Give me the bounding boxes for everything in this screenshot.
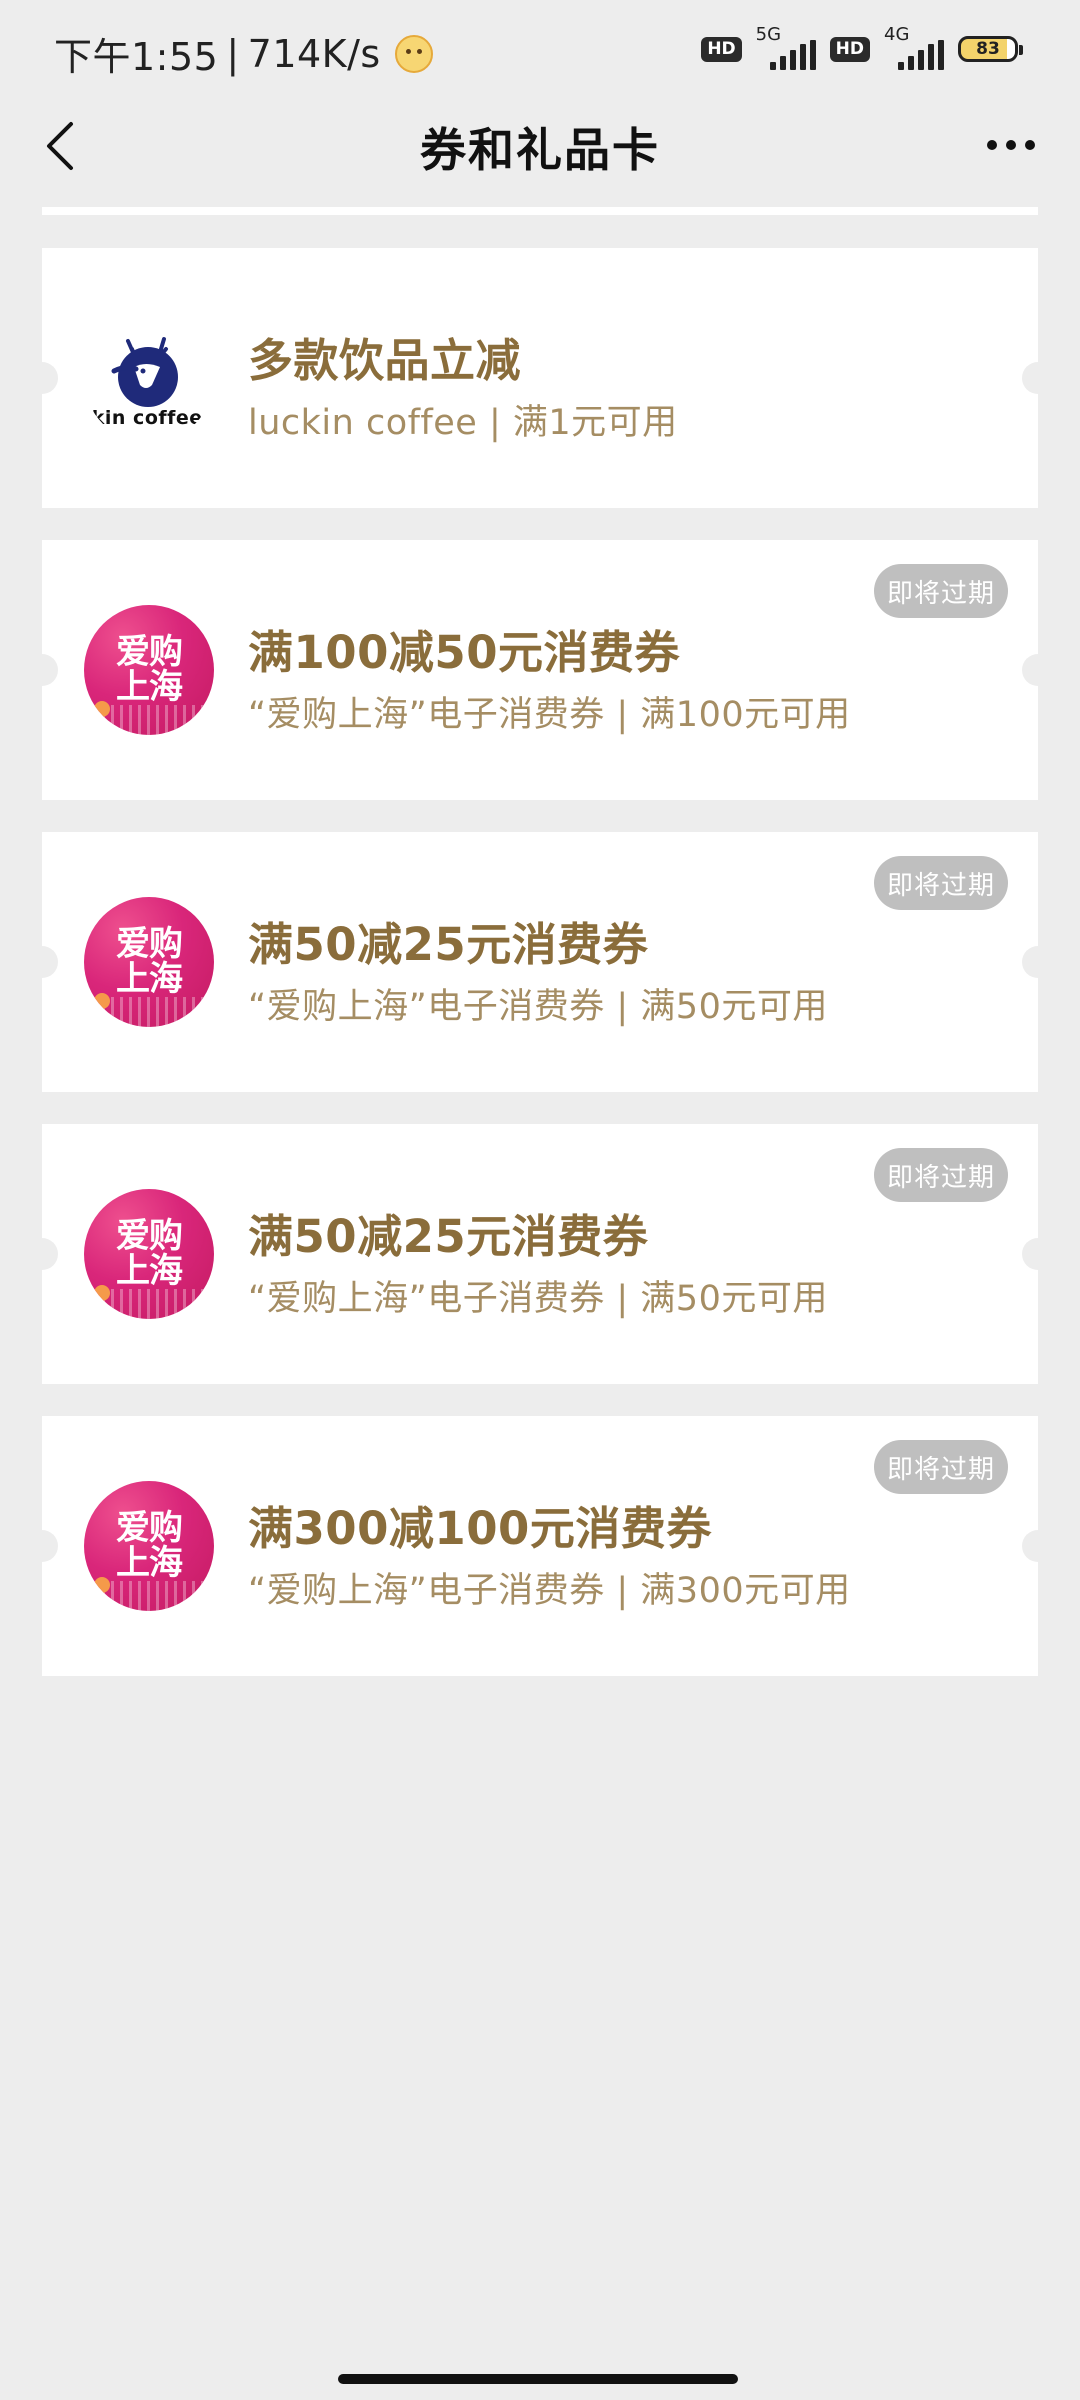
- logo-line-1: 爱购: [116, 1216, 183, 1257]
- coupon-card-shanghai-50-a[interactable]: 爱购 上海 满50减25元消费券 “爱购上海”电子消费券 | 满50元可用 即将…: [26, 832, 1054, 1092]
- status-left: 下午1:55 | 714K/s: [54, 26, 433, 81]
- hd-badge-2: HD: [829, 36, 870, 62]
- sun-decoration: [94, 701, 110, 717]
- sun-decoration: [94, 1577, 110, 1593]
- coupon-title: 满50减25元消费券: [248, 1210, 649, 1263]
- logo-line-2: 上海: [116, 1251, 183, 1291]
- expiring-badge: 即将过期: [874, 856, 1008, 910]
- coupon-card-shanghai-100[interactable]: 爱购 上海 满100减50元消费券 “爱购上海”电子消费券 | 满100元可用 …: [26, 540, 1054, 800]
- coupon-title: 满300减100元消费券: [248, 1502, 712, 1555]
- coupon-card-shanghai-300[interactable]: 爱购 上海 满300减100元消费券 “爱购上海”电子消费券 | 满300元可用…: [26, 1416, 1054, 1676]
- logo-line-1: 爱购: [116, 1508, 183, 1549]
- emoji-face-icon: [394, 34, 433, 73]
- page-title: 券和礼品卡: [420, 123, 660, 177]
- coupon-desc: luckin coffee | 满1元可用: [248, 403, 678, 443]
- luckin-deer-icon: [111, 337, 178, 407]
- logo-line-1: 爱购: [116, 632, 183, 673]
- coupon-title: 满100减50元消费券: [248, 626, 681, 679]
- net-label-5g: 5G: [755, 24, 782, 45]
- coupon-desc: “爱购上海”电子消费券 | 满50元可用: [248, 987, 828, 1027]
- ai-gou-shanghai-logo: 爱购 上海: [84, 1481, 214, 1611]
- expiring-badge: 即将过期: [874, 564, 1008, 618]
- sun-decoration: [94, 1285, 110, 1301]
- dot-icon: [1025, 140, 1035, 150]
- dot-icon: [987, 140, 997, 150]
- logo-line-2: 上海: [116, 959, 183, 999]
- coupon-title: 满50减25元消费券: [248, 918, 649, 971]
- battery-level: 83: [976, 39, 1000, 59]
- signal-4g: 4G: [884, 24, 944, 70]
- expiring-badge: 即将过期: [874, 1440, 1008, 1494]
- coupon-desc: “爱购上海”电子消费券 | 满100元可用: [248, 695, 851, 735]
- nav-bar: 券和礼品卡: [0, 100, 1080, 190]
- status-right: HD 5G HD 4G 83: [701, 24, 1023, 70]
- coupon-title: 多款饮品立减: [248, 334, 522, 387]
- battery-icon: 83: [958, 36, 1023, 62]
- signal-5g: 5G: [756, 24, 816, 70]
- logo-line-2: 上海: [116, 667, 183, 707]
- expiring-badge: 即将过期: [874, 1148, 1008, 1202]
- coupon-card-luckin[interactable]: ckin coffee 多款饮品立减 luckin coffee | 满1元可用: [26, 248, 1054, 508]
- net-label-4g: 4G: [884, 24, 910, 45]
- coupon-desc: “爱购上海”电子消费券 | 满50元可用: [248, 1279, 828, 1319]
- luckin-logo-text: ckin coffee: [84, 407, 203, 429]
- status-bar: 下午1:55 | 714K/s HD 5G HD 4G 83: [0, 0, 1080, 100]
- logo-line-2: 上海: [116, 1543, 183, 1583]
- ai-gou-shanghai-logo: 爱购 上海: [84, 1189, 214, 1319]
- dot-icon: [1006, 140, 1016, 150]
- ai-gou-shanghai-logo: 爱购 上海: [84, 605, 214, 735]
- more-options-button[interactable]: [976, 120, 1046, 170]
- coupon-card-shanghai-50-b[interactable]: 爱购 上海 满50减25元消费券 “爱购上海”电子消费券 | 满50元可用 即将…: [26, 1124, 1054, 1384]
- status-separator: |: [226, 31, 240, 76]
- ai-gou-shanghai-logo: 爱购 上海: [84, 897, 214, 1027]
- previous-card-edge: [42, 207, 1038, 215]
- hd-badge-1: HD: [701, 36, 742, 62]
- status-time: 下午1:55: [54, 35, 219, 79]
- home-indicator[interactable]: [338, 2374, 738, 2384]
- luckin-logo: ckin coffee: [84, 313, 214, 443]
- logo-line-1: 爱购: [116, 924, 183, 965]
- coupon-desc: “爱购上海”电子消费券 | 满300元可用: [248, 1571, 851, 1611]
- sun-decoration: [94, 993, 110, 1009]
- status-speed: 714K/s: [247, 31, 381, 76]
